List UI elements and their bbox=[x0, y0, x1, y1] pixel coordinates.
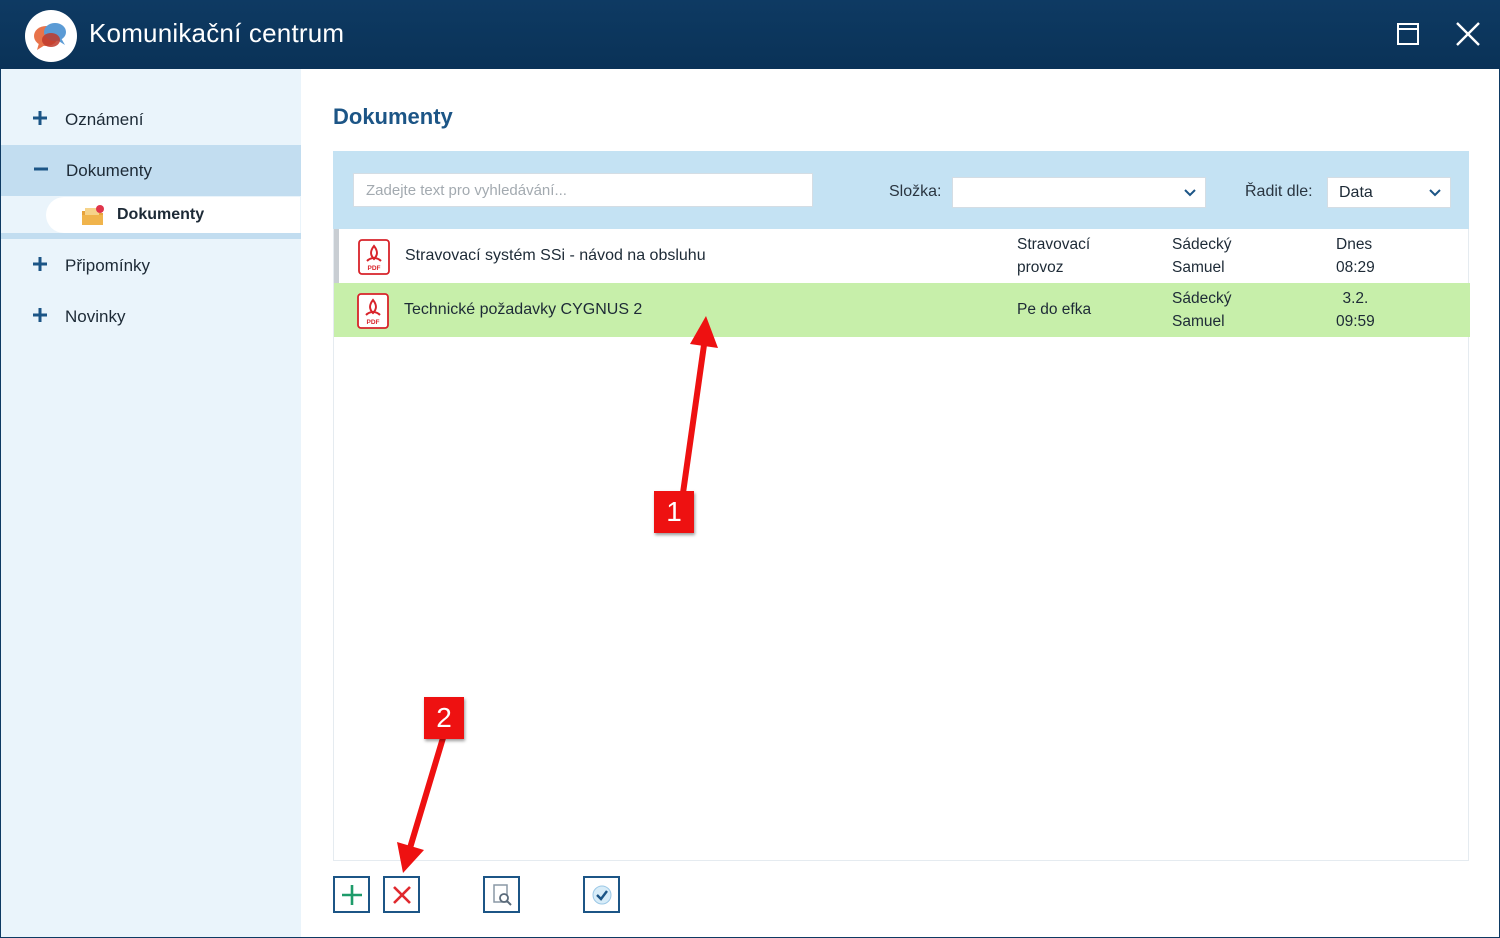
pdf-file-icon: PDF bbox=[357, 293, 389, 329]
close-button[interactable] bbox=[1448, 14, 1488, 54]
document-folder: Stravovací provoz bbox=[1017, 236, 1091, 276]
document-date: 3.2. 09:59 bbox=[1336, 290, 1375, 330]
window-title: Komunikační centrum bbox=[89, 18, 345, 48]
sidebar-item-label: Připomínky bbox=[65, 255, 151, 275]
sort-select[interactable]: Data bbox=[1327, 177, 1451, 208]
plus-icon bbox=[33, 111, 47, 125]
document-author: Sádecký Samuel bbox=[1172, 236, 1232, 276]
add-button[interactable] bbox=[333, 876, 370, 913]
document-name: Stravovací systém SSi - návod na obsluhu bbox=[405, 247, 706, 264]
sidebar-subitem-label: Dokumenty bbox=[117, 206, 205, 223]
maximize-icon bbox=[1397, 23, 1419, 45]
sidebar-item-label: Oznámení bbox=[65, 109, 144, 129]
annotation-badge-2: 2 bbox=[424, 697, 464, 739]
folder-label: Složka: bbox=[889, 183, 942, 200]
minus-icon bbox=[34, 167, 48, 171]
action-bar bbox=[301, 861, 1499, 937]
table-row[interactable]: PDF Stravovací systém SSi - návod na obs… bbox=[334, 229, 1470, 283]
document-search-icon bbox=[492, 883, 512, 906]
folder-envelope-icon bbox=[82, 205, 104, 225]
page-title: Dokumenty bbox=[333, 104, 453, 129]
confirm-button[interactable] bbox=[583, 876, 620, 913]
document-date: Dnes 08:29 bbox=[1336, 236, 1375, 276]
table-row-selected[interactable]: PDF Technické požadavky CYGNUS 2 Pe do e… bbox=[334, 283, 1470, 337]
sidebar-item-label: Novinky bbox=[65, 306, 126, 326]
pdf-file-icon: PDF bbox=[358, 239, 390, 275]
folder-select[interactable] bbox=[952, 177, 1206, 208]
maximize-button[interactable] bbox=[1388, 14, 1428, 54]
preview-button[interactable] bbox=[483, 876, 520, 913]
delete-button[interactable] bbox=[383, 876, 420, 913]
subnav-rail bbox=[1, 233, 301, 239]
search-input[interactable] bbox=[353, 173, 813, 207]
sidebar-item-novinky[interactable]: Novinky bbox=[0, 291, 300, 342]
document-author: Sádecký Samuel bbox=[1172, 290, 1232, 330]
x-icon bbox=[392, 885, 411, 904]
sidebar-item-dokumenty[interactable]: Dokumenty bbox=[1, 145, 301, 196]
annotation-badge-1: 1 bbox=[654, 491, 694, 533]
plus-icon bbox=[341, 884, 362, 905]
document-list: PDF Stravovací systém SSi - návod na obs… bbox=[333, 229, 1470, 861]
sort-label: Řadit dle: bbox=[1245, 183, 1313, 200]
svg-text:PDF: PDF bbox=[367, 319, 380, 326]
sidebar-item-oznameni[interactable]: Oznámení bbox=[0, 94, 300, 145]
plus-icon bbox=[33, 257, 47, 271]
document-folder: Pe do efka bbox=[1017, 301, 1092, 318]
chevron-down-icon bbox=[1184, 189, 1196, 197]
app-logo-icon bbox=[25, 10, 77, 62]
chevron-down-icon bbox=[1429, 189, 1441, 197]
close-icon bbox=[1456, 22, 1480, 46]
sidebar-subitem-dokumenty[interactable]: Dokumenty bbox=[46, 197, 300, 233]
title-bar: Komunikační centrum bbox=[0, 0, 1500, 69]
plus-icon bbox=[33, 308, 47, 322]
check-icon bbox=[592, 885, 611, 904]
sort-select-value: Data bbox=[1339, 183, 1373, 201]
document-name: Technické požadavky CYGNUS 2 bbox=[404, 301, 643, 318]
sidebar-item-label: Dokumenty bbox=[66, 160, 152, 180]
sidebar-item-pripominky[interactable]: Připomínky bbox=[0, 240, 300, 291]
svg-text:PDF: PDF bbox=[368, 265, 381, 272]
